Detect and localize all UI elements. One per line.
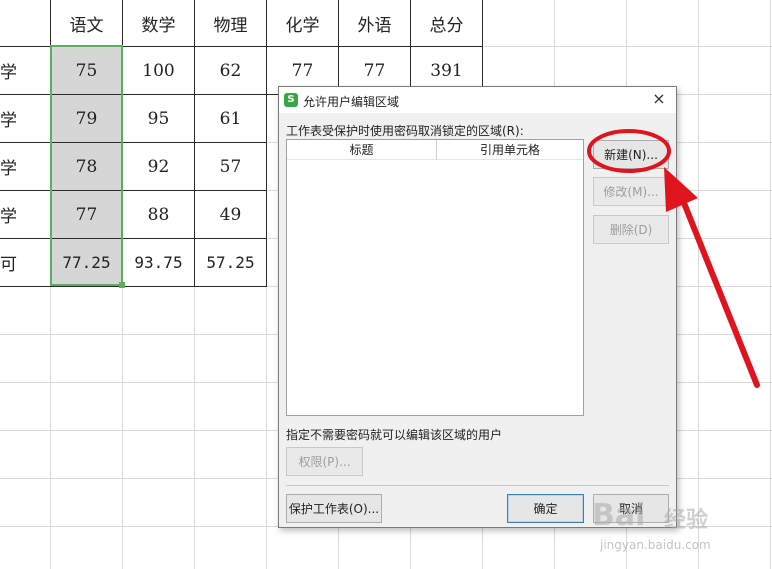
table-cell[interactable]: 57.25 <box>195 239 267 287</box>
table-header-corner[interactable] <box>0 0 51 47</box>
table-cell[interactable]: 49 <box>195 191 267 239</box>
delete-button[interactable]: 删除(D) <box>593 215 669 244</box>
column-header-title[interactable]: 标题 <box>287 140 437 160</box>
fill-handle[interactable] <box>119 282 125 288</box>
table-cell[interactable]: 93.75 <box>123 239 195 287</box>
table-cell[interactable]: 78 <box>51 143 123 191</box>
wps-app-icon: S <box>284 93 298 107</box>
table-cell[interactable]: 95 <box>123 95 195 143</box>
row-label[interactable]: 学 <box>0 143 51 191</box>
close-icon[interactable]: × <box>650 90 668 108</box>
header-chemistry[interactable]: 化学 <box>267 0 339 47</box>
cancel-button[interactable]: 取消 <box>593 494 669 523</box>
row-label[interactable]: 学 <box>0 47 51 95</box>
ranges-list[interactable]: 标题 引用单元格 <box>286 139 584 416</box>
row-label[interactable]: 可 <box>0 239 51 287</box>
table-cell[interactable]: 77.25 <box>51 239 123 287</box>
users-label: 指定不需要密码就可以编辑该区域的用户 <box>286 428 503 442</box>
ok-button[interactable]: 确定 <box>507 494 584 523</box>
table-cell[interactable]: 92 <box>123 143 195 191</box>
header-total[interactable]: 总分 <box>411 0 483 47</box>
permissions-button[interactable]: 权限(P)... <box>286 447 363 476</box>
dialog-title: 允许用户编辑区域 <box>303 95 400 109</box>
header-chinese[interactable]: 语文 <box>51 0 123 47</box>
protect-sheet-button[interactable]: 保护工作表(O)... <box>286 494 382 523</box>
new-button[interactable]: 新建(N)... <box>593 140 669 169</box>
header-physics[interactable]: 物理 <box>195 0 267 47</box>
table-cell[interactable]: 79 <box>51 95 123 143</box>
table-cell[interactable]: 75 <box>51 47 123 95</box>
ranges-label: 工作表受保护时使用密码取消锁定的区域(R): <box>286 124 524 138</box>
divider <box>286 485 669 486</box>
dialog-titlebar[interactable]: S 允许用户编辑区域 × <box>279 87 676 113</box>
table-cell[interactable]: 88 <box>123 191 195 239</box>
row-label[interactable]: 学 <box>0 191 51 239</box>
table-cell[interactable]: 77 <box>51 191 123 239</box>
row-label[interactable]: 学 <box>0 95 51 143</box>
header-math[interactable]: 数学 <box>123 0 195 47</box>
header-foreign-language[interactable]: 外语 <box>339 0 411 47</box>
table-cell[interactable]: 61 <box>195 95 267 143</box>
table-cell[interactable]: 57 <box>195 143 267 191</box>
table-cell[interactable]: 62 <box>195 47 267 95</box>
allow-users-edit-ranges-dialog: S 允许用户编辑区域 × 工作表受保护时使用密码取消锁定的区域(R): 标题 引… <box>278 86 677 528</box>
table-cell[interactable]: 100 <box>123 47 195 95</box>
modify-button[interactable]: 修改(M)... <box>593 177 669 206</box>
column-header-reference[interactable]: 引用单元格 <box>437 140 583 160</box>
